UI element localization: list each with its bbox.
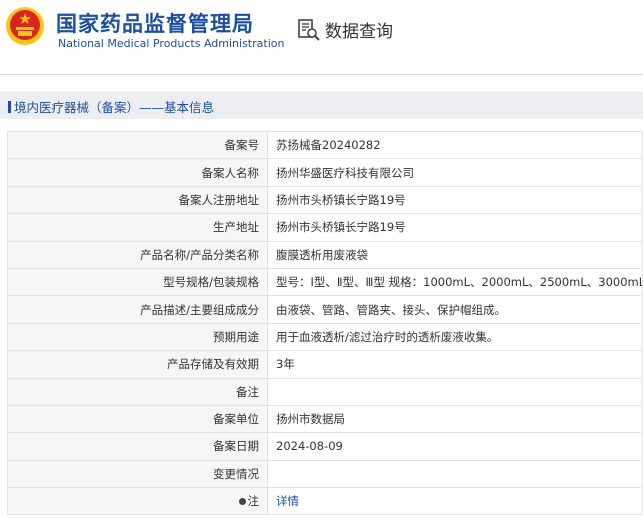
data-query-link[interactable]: 数据查询 (297, 17, 393, 42)
table-row: 备案人名称 扬州华盛医疗科技有限公司 (7, 158, 643, 187)
row-label: 备注 (7, 377, 268, 406)
document-search-icon (298, 18, 320, 41)
table-row: 产品名称/产品分类名称 腹膜透析用废液袋 (7, 240, 643, 269)
row-value: 用于血液透析/滤过治疗时的透析废液收集。 (267, 322, 643, 352)
row-label: 备案人名称 (7, 158, 268, 187)
table-row: 产品存储及有效期 3年 (7, 350, 643, 379)
row-label: 产品描述/主要组成成分 (7, 295, 268, 324)
row-value: 腹膜透析用废液袋 (267, 240, 643, 269)
breadcrumb-separator: —— (139, 100, 165, 115)
row-value: 扬州市头桥镇长宁路19号 (267, 213, 643, 242)
table-row: 备案号 苏扬械备20240282 (7, 130, 643, 160)
site-header: 国家药品监督管理局 National Medical Products Admi… (0, 0, 643, 68)
org-name-en: National Medical Products Administration (58, 37, 285, 50)
row-value: 3年 (267, 350, 643, 379)
header-divider (0, 74, 643, 75)
note-label: 注 (247, 494, 260, 509)
table-row: 注 详情 (7, 487, 643, 516)
breadcrumb-page: 基本信息 (164, 100, 215, 115)
row-label: 产品名称/产品分类名称 (7, 240, 268, 269)
table-row: 备案单位 扬州市数据局 (7, 404, 643, 434)
row-label: 预期用途 (7, 322, 268, 352)
breadcrumb-section: 境内医疗器械（备案） (14, 100, 140, 115)
breadcrumb: 境内医疗器械（备案）——基本信息 (8, 97, 214, 116)
national-emblem-icon (6, 7, 44, 45)
row-label: 备案单位 (7, 404, 268, 434)
row-value: 苏扬械备20240282 (267, 130, 643, 160)
lightbulb-icon (238, 498, 246, 506)
breadcrumb-marker (8, 101, 11, 113)
table-row: 型号规格/包装规格 型号：Ⅰ型、Ⅱ型、Ⅲ型 规格：1000mL、2000mL、25… (7, 267, 643, 297)
row-value: 扬州市数据局 (267, 404, 643, 434)
data-query-label: 数据查询 (325, 22, 393, 42)
org-name-cn: 国家药品监督管理局 (56, 12, 254, 36)
table-row: 生产地址 扬州市头桥镇长宁路19号 (7, 213, 643, 242)
row-value: 扬州华盛医疗科技有限公司 (267, 158, 643, 187)
row-value: 扬州市头桥镇长宁路19号 (267, 185, 643, 215)
row-value: 由液袋、管路、管路夹、接头、保护帽组成。 (267, 295, 643, 324)
row-label: 型号规格/包装规格 (7, 267, 268, 297)
row-label: 备案人注册地址 (7, 185, 268, 215)
row-label: 产品存储及有效期 (7, 350, 268, 379)
table-row: 变更情况 (7, 459, 643, 489)
table-row: 备注 (7, 377, 643, 406)
row-label: 生产地址 (7, 213, 268, 242)
table-row: 产品描述/主要组成成分 由液袋、管路、管路夹、接头、保护帽组成。 (7, 295, 643, 324)
row-value (267, 459, 643, 489)
note-value-cell: 详情 (267, 487, 643, 516)
row-value (267, 377, 643, 406)
detail-table: 备案号 苏扬械备20240282 备案人名称 扬州华盛医疗科技有限公司 备案人注册地… (7, 130, 643, 516)
row-value: 2024-08-09 (267, 432, 643, 461)
details-link[interactable]: 详情 (276, 494, 299, 508)
breadcrumb-bar: 境内医疗器械（备案）——基本信息 (0, 91, 643, 119)
table-row: 预期用途 用于血液透析/滤过治疗时的透析废液收集。 (7, 322, 643, 352)
table-row: 备案人注册地址 扬州市头桥镇长宁路19号 (7, 185, 643, 215)
row-label: 备案日期 (7, 432, 268, 461)
row-value: 型号：Ⅰ型、Ⅱ型、Ⅲ型 规格：1000mL、2000mL、2500mL、3000… (267, 267, 643, 297)
table-row: 备案日期 2024-08-09 (7, 432, 643, 461)
row-label: 变更情况 (7, 459, 268, 489)
row-label: 备案号 (7, 130, 268, 160)
note-label-cell: 注 (7, 487, 268, 516)
